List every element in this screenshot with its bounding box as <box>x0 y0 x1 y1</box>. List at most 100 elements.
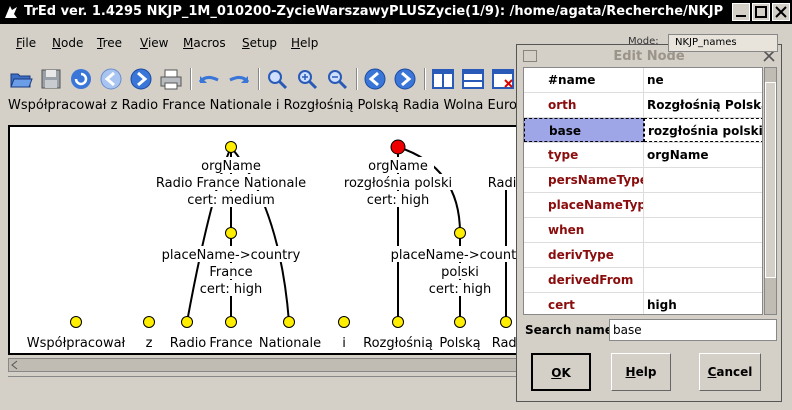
split-horizontal-button[interactable] <box>460 66 486 92</box>
attribute-value[interactable]: rozgłośnia polski <box>644 118 762 142</box>
token-label: Współpracował <box>27 336 126 351</box>
ok-button[interactable]: OK <box>531 353 591 391</box>
attribute-name: derivType <box>524 243 644 267</box>
attribute-value[interactable]: orgName <box>644 143 762 167</box>
menu-setup[interactable]: Setup <box>242 36 277 50</box>
attribute-row[interactable]: type orgName <box>524 143 762 168</box>
next-tree-button[interactable] <box>392 66 418 92</box>
attribute-name: placeNameType <box>524 193 644 217</box>
print-button[interactable] <box>158 66 184 92</box>
attribute-value[interactable] <box>644 193 762 217</box>
tree-node[interactable] <box>283 316 295 328</box>
split-vertical-icon <box>432 69 454 89</box>
zoom-in-button[interactable] <box>294 66 320 92</box>
menu-tree[interactable]: Tree <box>97 36 122 50</box>
attribute-scrollbar[interactable] <box>764 67 777 315</box>
attribute-row[interactable]: orth Rozgłośnią Polską <box>524 93 762 118</box>
previous-file-button[interactable] <box>98 66 124 92</box>
tree-node[interactable] <box>181 316 193 328</box>
attribute-row[interactable]: persNameType <box>524 168 762 193</box>
help-button[interactable]: Help <box>611 353 671 391</box>
node-label-line: cert: high <box>429 282 491 297</box>
previous-tree-button[interactable] <box>362 66 388 92</box>
tree-node[interactable] <box>143 316 155 328</box>
scroll-left-arrow-icon[interactable] <box>9 359 21 371</box>
undo-button[interactable] <box>196 66 222 92</box>
attribute-value[interactable] <box>644 243 762 267</box>
redo-button[interactable] <box>226 66 252 92</box>
cancel-button[interactable]: Cancel <box>699 353 761 391</box>
zoom-out-icon <box>328 70 348 90</box>
menu-node[interactable]: Node <box>52 36 83 50</box>
token-label: Radio <box>170 336 207 351</box>
window-title: TrEd ver. 1.4295 NKJP_1M_010200-ZycieWar… <box>24 4 724 19</box>
tree-node-current[interactable] <box>390 139 406 155</box>
attribute-name: #name <box>524 68 644 92</box>
tree-node[interactable] <box>454 227 466 239</box>
attribute-name: cert <box>524 293 644 314</box>
printer-icon <box>160 69 182 90</box>
search-name-input[interactable] <box>609 319 777 341</box>
attribute-value[interactable] <box>644 218 762 242</box>
attribute-value[interactable]: ne <box>644 68 762 92</box>
next-file-button[interactable] <box>128 66 154 92</box>
token-label: France <box>209 336 252 351</box>
attribute-row[interactable]: derivType <box>524 243 762 268</box>
node-label-line: cert: high <box>367 193 429 208</box>
node-label-line: cert: medium <box>187 193 275 208</box>
undo-icon <box>198 75 219 83</box>
attribute-name: base <box>524 118 644 142</box>
maximize-button[interactable] <box>752 3 770 21</box>
tree-canvas[interactable]: orgName Radio France Nationale cert: med… <box>8 125 528 355</box>
attribute-value[interactable]: high <box>644 293 762 314</box>
token-label: Polską <box>439 336 480 351</box>
arrow-right-circle-icon <box>130 68 152 90</box>
open-file-button[interactable] <box>8 66 34 92</box>
node-label-line: polski <box>441 265 479 280</box>
attribute-row[interactable]: #name ne <box>524 68 762 93</box>
attribute-value[interactable]: Rozgłośnią Polską <box>644 93 762 117</box>
attribute-row[interactable]: when <box>524 218 762 243</box>
attribute-row[interactable]: derivedFrom <box>524 268 762 293</box>
attribute-value[interactable] <box>644 168 762 192</box>
zoom-button[interactable] <box>264 66 290 92</box>
split-vertical-button[interactable] <box>430 66 456 92</box>
tree-node[interactable] <box>225 227 237 239</box>
tree-node[interactable] <box>500 316 512 328</box>
maximize-icon <box>755 6 767 18</box>
tree-diagram[interactable]: orgName Radio France Nationale cert: med… <box>10 127 528 355</box>
tree-node[interactable] <box>392 316 404 328</box>
attribute-row-selected[interactable]: base rozgłośnia polski <box>524 118 762 143</box>
token-label: i <box>342 336 346 351</box>
tree-node[interactable] <box>70 316 82 328</box>
search-name-label: Search name: <box>525 323 618 337</box>
horizontal-scrollbar[interactable] <box>8 358 518 372</box>
menu-macros[interactable]: Macros <box>183 36 226 50</box>
close-window-button[interactable] <box>772 3 790 21</box>
tree-node[interactable] <box>225 141 237 153</box>
tree-node[interactable] <box>225 316 237 328</box>
reload-button[interactable] <box>68 66 94 92</box>
tree-node[interactable] <box>338 316 350 328</box>
attribute-row[interactable]: placeNameType <box>524 193 762 218</box>
save-file-button[interactable] <box>38 66 64 92</box>
minimize-button[interactable] <box>732 3 750 21</box>
close-view-icon <box>492 69 514 89</box>
attribute-name: when <box>524 218 644 242</box>
menu-file[interactable]: File <box>16 36 36 50</box>
close-view-button[interactable] <box>490 66 516 92</box>
menu-help[interactable]: Help <box>291 36 318 50</box>
scrollbar-thumb[interactable] <box>765 82 776 278</box>
title-bar[interactable]: TrEd ver. 1.4295 NKJP_1M_010200-ZycieWar… <box>0 0 792 24</box>
edit-node-dialog: Edit Node #name ne orth Rozgłośnią Polsk… <box>516 44 782 402</box>
tree-node[interactable] <box>454 316 466 328</box>
node-label-line: placeName->country <box>391 248 528 263</box>
toolbar-separator <box>356 68 358 90</box>
mode-label: Mode: <box>628 36 659 47</box>
menu-view[interactable]: View <box>140 36 168 50</box>
attribute-row[interactable]: cert high <box>524 293 762 314</box>
zoom-out-button[interactable] <box>324 66 350 92</box>
mode-select[interactable]: NKJP_names <box>668 34 778 52</box>
node-label-line: orgName <box>368 159 428 174</box>
attribute-value[interactable] <box>644 268 762 292</box>
